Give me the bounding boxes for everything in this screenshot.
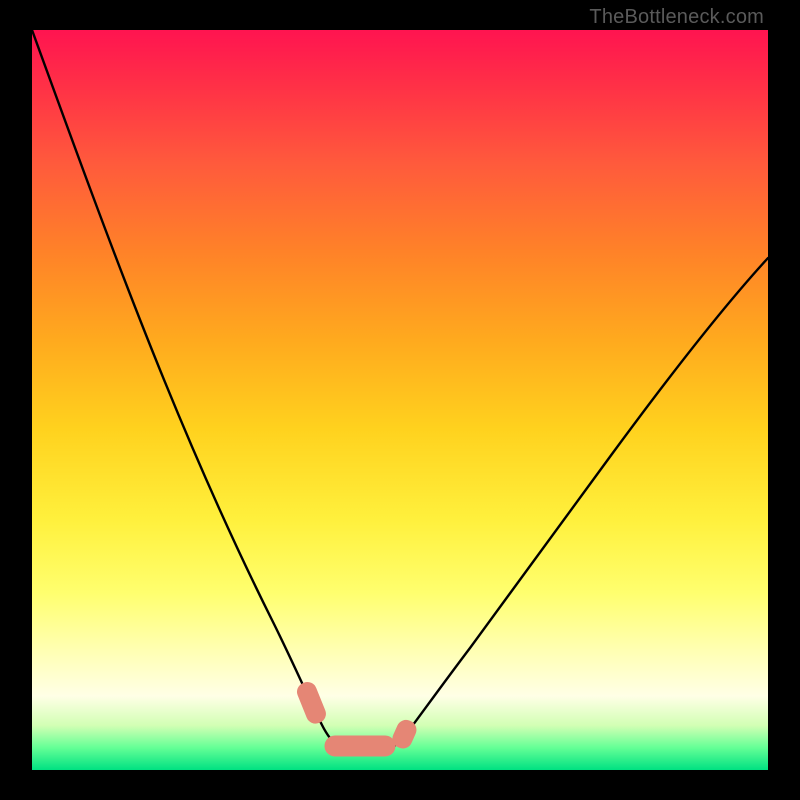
bottleneck-curve [32, 30, 768, 755]
marker-left [295, 680, 328, 726]
chart-plot-area [32, 30, 768, 770]
chart-svg [32, 30, 768, 770]
curve-markers [295, 680, 419, 756]
watermark-text: TheBottleneck.com [589, 6, 764, 29]
marker-bottom [325, 736, 395, 756]
chart-frame: TheBottleneck.com [0, 0, 800, 800]
